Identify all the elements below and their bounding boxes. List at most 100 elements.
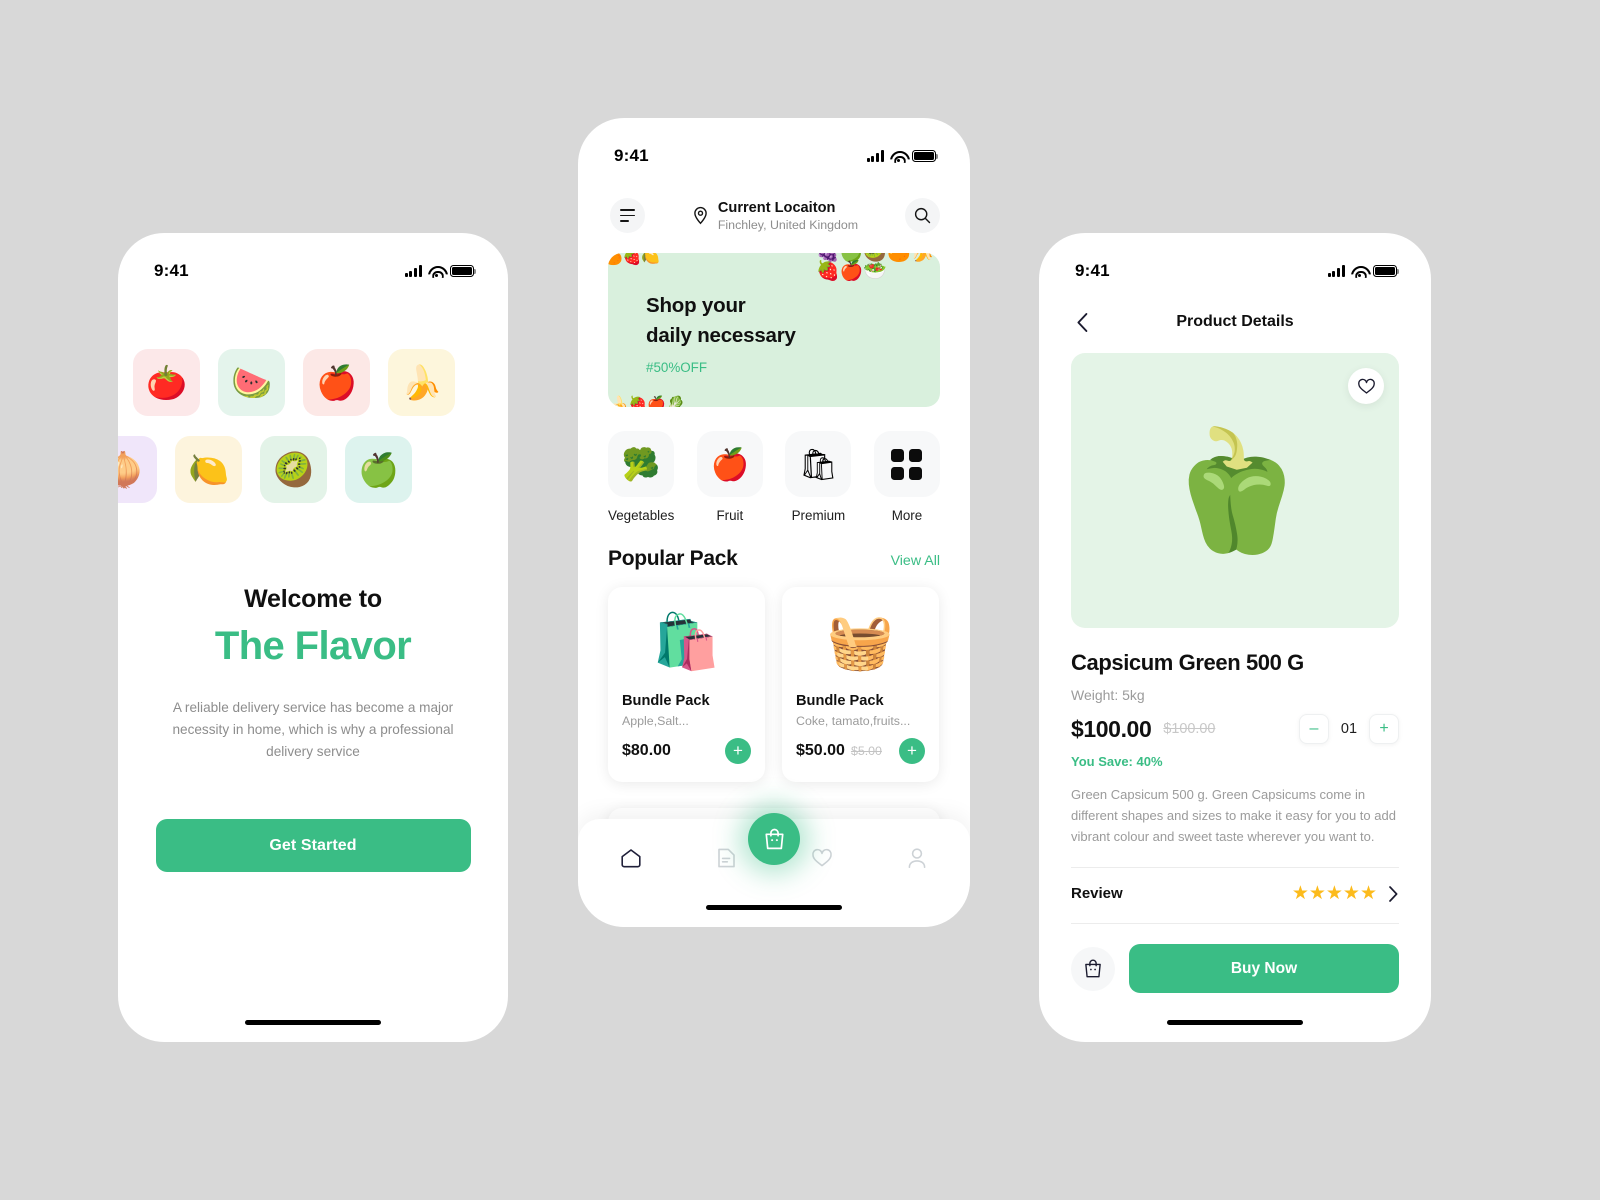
product-weight: Weight: 5kg	[1071, 687, 1145, 703]
decrement-button[interactable]: –	[1299, 714, 1329, 744]
section-title: Popular Pack	[608, 547, 738, 570]
home-indicator	[706, 904, 842, 910]
rating-stars: ★★★★★	[1291, 883, 1377, 905]
add-to-bag-button[interactable]	[1071, 946, 1115, 991]
favorite-button[interactable]	[1348, 368, 1384, 404]
hamburger-icon	[620, 208, 635, 223]
quantity-value: 01	[1340, 721, 1358, 737]
battery-icon	[1373, 265, 1400, 277]
category-more[interactable]: More	[873, 431, 940, 523]
tile-lemon[interactable]: 🍋	[175, 436, 242, 503]
tab-orders[interactable]	[709, 843, 743, 873]
phone-product-details: 9:41 Product Details 🫑 Capsicum Green 50…	[1039, 233, 1431, 1042]
product-card[interactable]: 🧺 Bundle Pack Coke, tamato,fruits... $50…	[782, 587, 939, 782]
category-label: More	[891, 508, 923, 523]
home-icon	[621, 848, 641, 867]
product-card[interactable]: 🛍️ Bundle Pack Apple,Salt... $80.00 +	[608, 587, 765, 782]
cellular-signal-icon	[1327, 265, 1345, 277]
status-icons	[866, 150, 939, 163]
lemon-icon: 🍋	[187, 451, 230, 488]
banner-corner-fruit-top: 🍊🍓🍋	[608, 253, 661, 266]
tile-row-1: 🍅 🍉 🍎 🍌	[118, 349, 508, 416]
buy-now-button[interactable]: Buy Now	[1129, 944, 1399, 994]
category-fruit[interactable]: 🍎 Fruit	[696, 431, 763, 523]
review-row[interactable]: Review ★★★★★	[1071, 867, 1399, 903]
onboarding-description: A reliable delivery service has become a…	[172, 700, 454, 760]
price-row: $100.00 $100.00 – 01 +	[1071, 714, 1399, 744]
tile-row-2: 🧅 🍋 🥝 🍏	[118, 436, 508, 503]
tab-profile[interactable]	[900, 843, 934, 873]
tile-onion[interactable]: 🧅	[118, 436, 157, 503]
quantity-stepper: – 01 +	[1299, 714, 1399, 744]
back-button[interactable]	[1071, 311, 1093, 333]
review-chevron-button[interactable]	[1388, 885, 1399, 903]
status-bar: 9:41	[1039, 233, 1431, 285]
view-all-link[interactable]: View All	[891, 553, 940, 569]
onion-icon: 🧅	[118, 451, 145, 488]
product-title: Bundle Pack	[622, 693, 710, 709]
product-image: 🫑	[1071, 353, 1399, 628]
document-icon	[718, 848, 735, 868]
battery-icon	[450, 265, 477, 277]
menu-button[interactable]	[610, 198, 645, 233]
grocery-basket-image: 🧺	[826, 612, 895, 672]
apple-icon: 🍎	[315, 364, 358, 401]
product-title: Bundle Pack	[796, 693, 884, 709]
location-selector[interactable]: Current Locaiton Finchley, United Kingdo…	[692, 200, 858, 232]
product-price: $100.00	[1071, 715, 1152, 742]
search-button[interactable]	[904, 198, 940, 233]
tab-wishlist[interactable]	[805, 843, 839, 873]
product-description: Green Capsicum 500 g. Green Capsicums co…	[1071, 787, 1396, 845]
hero-section: Welcome to The Flavor A reliable deliver…	[118, 585, 508, 763]
tile-watermelon[interactable]: 🍉	[218, 349, 285, 416]
home-indicator	[245, 1019, 381, 1025]
product-card-footer: $80.00 +	[622, 738, 751, 764]
banana-icon: 🍌	[400, 364, 443, 401]
shopping-bag-icon	[1085, 959, 1101, 978]
map-pin-icon	[694, 206, 707, 225]
wifi-icon	[428, 265, 444, 278]
product-old-price: $5.00	[850, 744, 882, 758]
chevron-left-icon	[1076, 312, 1087, 332]
promo-banner[interactable]: 🍊🍓🍋 🍌🍓🍎🥬 Shop your daily necessary #50%O…	[608, 253, 940, 407]
buy-row: Buy Now	[1071, 923, 1399, 994]
tile-kiwi[interactable]: 🥝	[260, 436, 327, 503]
tile-green-apple[interactable]: 🍏	[345, 436, 412, 503]
fruit-tile-grid: 🍅 🍉 🍎 🍌 🧅 🍋 🥝 🍏	[118, 349, 508, 503]
home-header: Current Locaiton Finchley, United Kingdo…	[578, 170, 970, 233]
chevron-right-icon	[1389, 885, 1398, 902]
product-old-price: $100.00	[1163, 721, 1216, 737]
tab-cart-fab[interactable]	[748, 813, 800, 865]
tile-banana[interactable]: 🍌	[388, 349, 455, 416]
category-row: 🥦 Vegetables 🍎 Fruit 🛍 Premium More	[578, 407, 970, 523]
location-subtitle: Finchley, United Kingdom	[717, 217, 859, 232]
product-name: Capsicum Green 500 G	[1071, 650, 1304, 675]
product-subtitle: Coke, tamato,fruits...	[796, 714, 911, 728]
tile-apple[interactable]: 🍎	[303, 349, 370, 416]
get-started-button[interactable]: Get Started	[155, 819, 471, 873]
wifi-icon	[1351, 265, 1367, 278]
tile-tomato[interactable]: 🍅	[133, 349, 200, 416]
add-to-cart-button[interactable]: +	[725, 738, 751, 764]
review-label: Review	[1071, 885, 1123, 903]
status-bar: 9:41	[578, 118, 970, 170]
category-premium[interactable]: 🛍 Premium	[785, 431, 852, 523]
cellular-signal-icon	[866, 150, 884, 162]
increment-button[interactable]: +	[1369, 714, 1399, 744]
banner-heading-line1: Shop your	[646, 294, 746, 317]
heart-icon	[811, 848, 832, 867]
home-indicator	[1167, 1019, 1303, 1025]
add-to-cart-button[interactable]: +	[899, 738, 925, 764]
status-icons	[404, 265, 477, 278]
status-bar: 9:41	[118, 233, 508, 285]
category-label: Fruit	[716, 508, 744, 523]
product-price: $80.00	[622, 742, 671, 759]
green-apple-icon: 🍏	[357, 451, 400, 488]
phone-onboarding: 9:41 🍅 🍉 🍎 🍌 🧅 🍋 🥝 🍏 Welcome to The Flav…	[118, 233, 508, 1042]
product-subtitle: Apple,Salt...	[622, 714, 689, 728]
banner-offer-text: #50%OFF	[646, 360, 708, 376]
tab-home[interactable]	[614, 843, 648, 873]
search-icon	[914, 207, 931, 224]
category-vegetables[interactable]: 🥦 Vegetables	[608, 431, 674, 523]
shopping-bag-icon	[764, 828, 784, 850]
